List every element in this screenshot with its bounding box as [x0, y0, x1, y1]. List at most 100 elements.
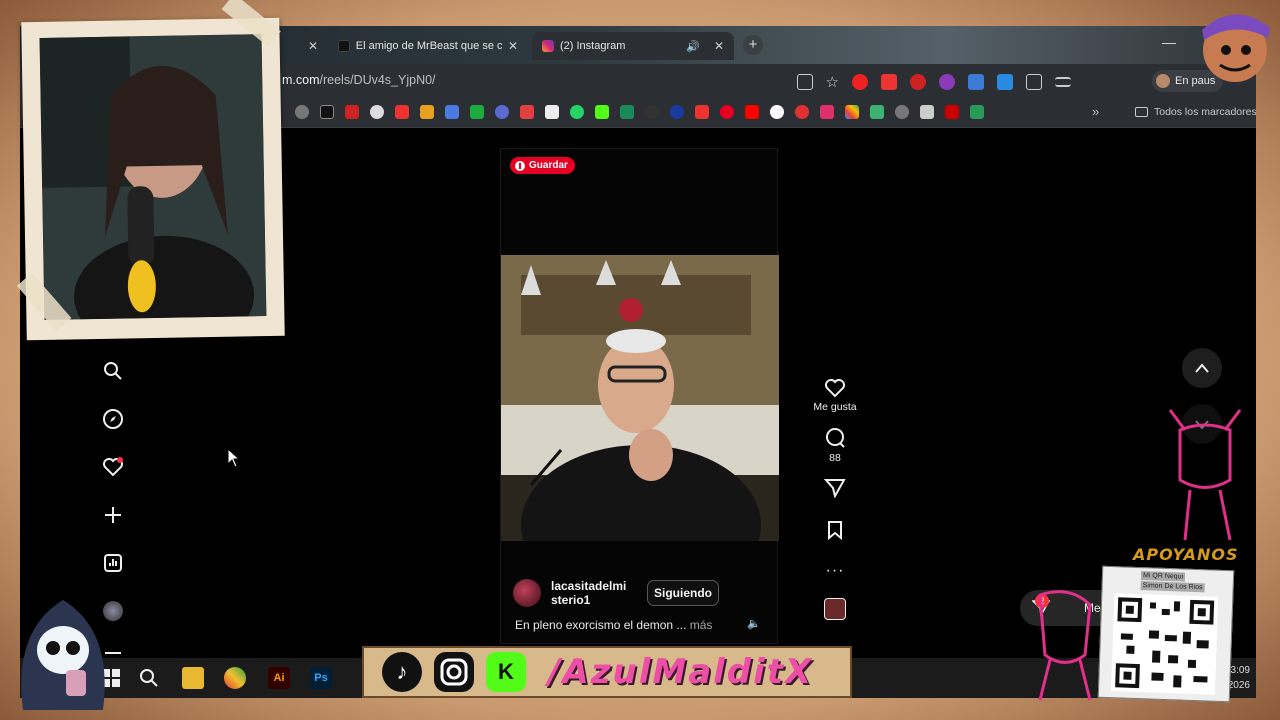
cloud-icon[interactable] [997, 74, 1013, 90]
audio-icon[interactable]: 🔈 [747, 617, 761, 630]
qr-code-icon [1110, 593, 1219, 695]
caption-more-link[interactable]: más [690, 618, 713, 632]
tiktok-icon: ♪ [382, 652, 422, 692]
save-button[interactable] [826, 520, 844, 540]
reel-caption[interactable]: En pleno exorcismo el demon ... más [515, 618, 712, 632]
instagram-icon [434, 652, 474, 692]
webcam-frame [16, 0, 285, 341]
chrome-icon[interactable] [224, 667, 246, 689]
media-icon[interactable] [1055, 77, 1071, 87]
kick-icon[interactable] [595, 105, 609, 119]
extension-icon[interactable] [939, 74, 955, 90]
reel-username[interactable]: lacasitadelmi sterio1 [551, 579, 631, 607]
tab-instagram[interactable]: (2) Instagram 🔊 ✕ [532, 32, 734, 60]
url-path: /reels/DUv4s_YjpN0/ [319, 73, 436, 87]
notifications-heart-icon[interactable] [102, 456, 124, 478]
share-button[interactable] [824, 478, 846, 498]
kick-icon: K [486, 652, 526, 692]
comment-icon [826, 428, 845, 448]
adblock-icon[interactable] [910, 74, 926, 90]
like-button[interactable]: Me gusta [813, 378, 857, 413]
bookmark-icon[interactable] [370, 105, 384, 119]
bookmark-icon[interactable] [445, 105, 459, 119]
youtube-icon[interactable] [745, 105, 759, 119]
ellipsis-icon: ··· [825, 562, 845, 579]
bookmark-icon[interactable] [645, 105, 659, 119]
bookmark-icon[interactable] [870, 105, 884, 119]
bookmark-icon[interactable] [470, 105, 484, 119]
more-options-button[interactable]: ··· [826, 562, 845, 580]
bookmark-icon[interactable] [495, 105, 509, 119]
bookmark-icon[interactable] [945, 105, 959, 119]
search-icon[interactable] [138, 667, 160, 689]
close-icon[interactable]: ✕ [508, 39, 518, 53]
bookmark-icon[interactable] [970, 105, 984, 119]
new-tab-button[interactable]: + [743, 35, 763, 55]
photoshop-icon[interactable]: Ps [310, 667, 332, 689]
bookmark-icon[interactable] [695, 105, 709, 119]
reaper-mascot-icon [21, 600, 105, 710]
bookmark-icon[interactable] [670, 105, 684, 119]
create-plus-icon[interactable] [102, 504, 124, 526]
bookmark-icon[interactable] [520, 105, 534, 119]
bookmark-icon[interactable] [420, 105, 434, 119]
tiktok-icon [338, 40, 350, 52]
bookmark-icon[interactable] [920, 105, 934, 119]
qr-sublabel: Simon De Los Rios [1140, 581, 1205, 593]
pinterest-save-button[interactable]: Guardar [510, 157, 575, 174]
reel-player[interactable]: Guardar lacasitadelmi sterio1 Siguiendo … [500, 148, 779, 644]
explore-icon[interactable] [102, 408, 124, 430]
dashboard-icon[interactable] [102, 552, 124, 574]
puzzle-icon[interactable] [1026, 74, 1042, 90]
file-explorer-icon[interactable] [182, 667, 204, 689]
bookmark-icon[interactable] [320, 105, 334, 119]
toolbar-icons: ☆ [796, 73, 1071, 91]
bookmark-icon[interactable] [545, 105, 559, 119]
all-bookmarks-button[interactable]: Todos los marcadores [1135, 106, 1256, 118]
search-icon[interactable] [102, 360, 124, 382]
close-icon[interactable]: ✕ [308, 39, 318, 53]
address-bar[interactable]: m.com/reels/DUv4s_YjpN0/ [282, 73, 436, 87]
like-label: Me gusta [813, 401, 857, 413]
minimize-icon[interactable]: — [1162, 34, 1176, 50]
bookmark-icon[interactable] [795, 105, 809, 119]
bookmark-icon[interactable] [295, 105, 309, 119]
extension-stop-icon[interactable] [852, 74, 868, 90]
reel-video[interactable] [501, 255, 779, 541]
bookmarks-overflow-icon[interactable]: » [1092, 104, 1099, 119]
reel-actions: Me gusta 88 ··· [802, 378, 868, 620]
pinterest-icon[interactable] [720, 105, 734, 119]
illustrator-icon[interactable]: Ai [268, 667, 290, 689]
mouse-cursor-icon [227, 447, 241, 473]
bookmark-icon[interactable] [770, 105, 784, 119]
qr-label: Mi QR Nequi [1140, 571, 1186, 582]
bookmark-list [295, 105, 984, 119]
bookmark-icon[interactable] [620, 105, 634, 119]
avatar [1156, 74, 1170, 88]
whatsapp-icon[interactable] [570, 105, 584, 119]
translate-icon[interactable] [968, 74, 984, 90]
bookmark-icon[interactable] [395, 105, 409, 119]
previous-reel-button[interactable] [1182, 348, 1222, 388]
bookmark-icon [828, 521, 842, 540]
tab-tiktok[interactable]: El amigo de MrBeast que se co ✕ [328, 32, 528, 60]
bookmark-icon[interactable] [895, 105, 909, 119]
bookmark-icon[interactable] [845, 105, 859, 119]
caption-text: En pleno exorcismo el demon ... [515, 618, 687, 632]
install-app-icon[interactable] [796, 74, 813, 90]
tab-title: (2) Instagram [560, 40, 626, 52]
following-button[interactable]: Siguiendo [647, 580, 719, 606]
close-icon[interactable]: ✕ [714, 39, 724, 53]
comment-button[interactable]: 88 [824, 427, 846, 464]
bookmark-star-icon[interactable]: ☆ [826, 73, 839, 91]
avatar[interactable] [513, 579, 541, 607]
speaker-icon[interactable]: 🔊 [686, 40, 700, 53]
audio-thumbnail[interactable] [824, 598, 846, 620]
comment-count: 88 [829, 452, 841, 464]
qr-code-card[interactable]: Mi QR Nequi Simon De Los Rios [1097, 565, 1235, 703]
bookmark-icon[interactable] [820, 105, 834, 119]
save-label: Guardar [529, 160, 568, 171]
heart-icon [824, 379, 845, 398]
extension-forward-icon[interactable] [881, 74, 897, 90]
bookmark-icon[interactable] [345, 105, 359, 119]
